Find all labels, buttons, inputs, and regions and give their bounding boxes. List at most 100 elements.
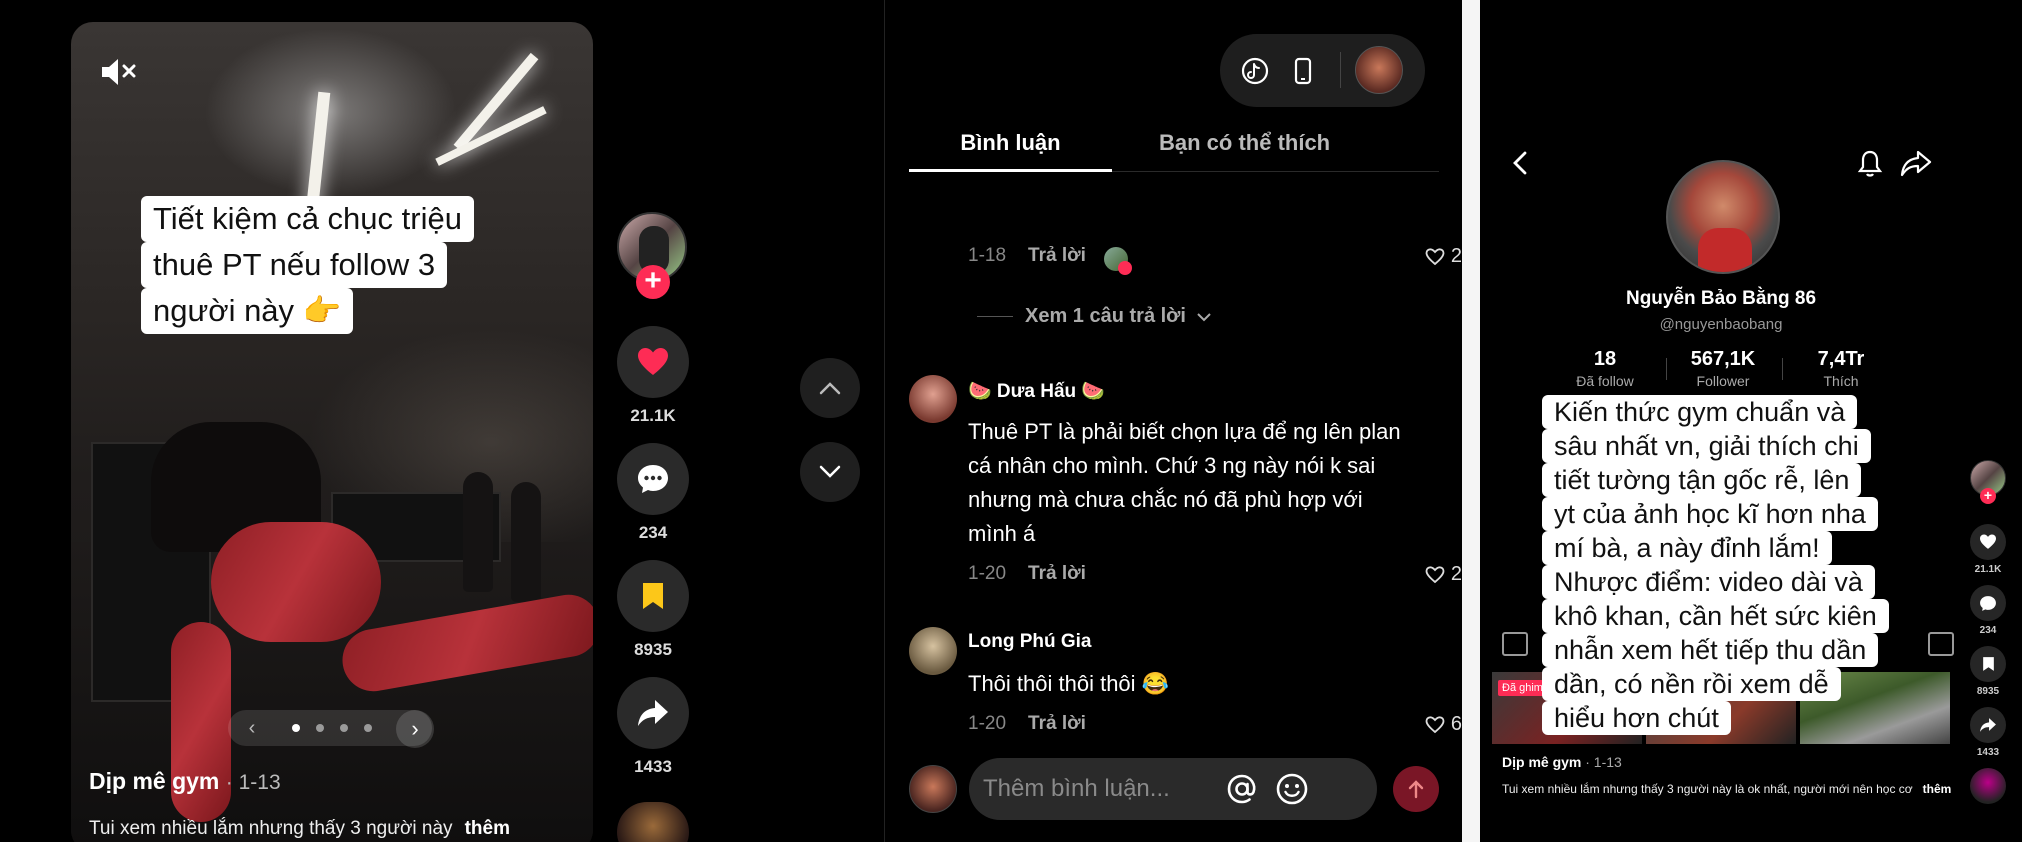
comment-like[interactable]: 2 <box>1425 563 1462 586</box>
comment-button[interactable] <box>1970 585 2006 621</box>
tiktok-logo-icon[interactable] <box>1240 56 1270 86</box>
comment-text-line: mình á <box>968 521 1036 546</box>
comment-text-line: Thuê PT là phải biết chọn lựa để ng lên … <box>968 419 1401 444</box>
like-count: 21.1K <box>630 406 676 425</box>
comment-meta: 1-20 Trả lời <box>968 563 1086 585</box>
comment-text-line: nhưng mà chưa chắc nó đã phù hợp với <box>968 487 1363 512</box>
video-caption-overlay: Tiết kiệm cả chục triệu thuê PT nếu foll… <box>141 196 525 334</box>
share-button[interactable] <box>1970 707 2006 743</box>
comment-author[interactable]: 🍉 Dưa Hấu 🍉 <box>968 379 1105 403</box>
arrow-up-icon <box>1408 780 1424 799</box>
see-more-link[interactable]: thêm <box>465 818 510 839</box>
profile-avatar[interactable] <box>1666 160 1780 274</box>
caption-line: Tiết kiệm cả chục triệu <box>141 196 474 242</box>
stat-following[interactable]: 18 Đã follow <box>1550 348 1660 389</box>
repost-icon[interactable] <box>1928 632 1954 656</box>
reply-button[interactable]: Trả lời <box>1028 245 1086 266</box>
video-description: Tui xem nhiều lắm nhưng thấy 3 người này… <box>89 818 510 840</box>
phone-icon[interactable] <box>1288 56 1318 86</box>
caption-line: yt của ảnh học kĩ hơn nha <box>1542 497 1878 531</box>
caption-line: Kiến thức gym chuẩn và <box>1542 395 1858 429</box>
view-replies-button[interactable]: Xem 1 câu trả lời <box>977 305 1212 328</box>
share-icon[interactable] <box>1900 148 1932 178</box>
stat-separator <box>1666 358 1667 380</box>
reply-button[interactable]: Trả lời <box>1028 713 1086 734</box>
share-action[interactable]: 1433 <box>1966 707 2010 758</box>
comment-action[interactable]: 234 <box>1966 585 2010 636</box>
emoji-icon[interactable] <box>1275 772 1309 806</box>
share-action[interactable]: 1433 <box>617 677 689 777</box>
bookmark-icon <box>1982 657 1994 671</box>
save-button[interactable] <box>617 560 689 632</box>
comment-button[interactable] <box>617 443 689 515</box>
toolbar-separator <box>1340 52 1341 88</box>
music-disc-avatar[interactable] <box>617 802 689 842</box>
video-author[interactable]: Dịp mê gym · 1-13 <box>89 768 281 795</box>
comment-action[interactable]: 234 <box>617 443 689 543</box>
carousel-dot[interactable] <box>292 724 300 732</box>
comment-item: 🍉 Dưa Hấu 🍉 Thuê PT là phải biết chọn lự… <box>885 375 1462 590</box>
comment-input[interactable]: Thêm bình luận... <box>969 758 1377 820</box>
muted-speaker-icon[interactable] <box>98 54 142 90</box>
bookmark-icon <box>643 583 663 609</box>
video-feed: Tiết kiệm cả chục triệu thuê PT nếu foll… <box>0 0 884 842</box>
carousel-dot[interactable] <box>364 724 372 732</box>
comment-avatar[interactable] <box>909 627 957 675</box>
comment-text: Thôi thôi thôi thôi 😂 <box>968 667 1169 701</box>
comment-avatar[interactable] <box>909 375 957 423</box>
creator-avatar[interactable]: + <box>617 212 689 299</box>
stat-separator <box>1782 358 1783 380</box>
back-chevron-icon[interactable] <box>1506 148 1536 178</box>
chevron-down-icon <box>1197 312 1211 321</box>
reply-button[interactable]: Trả lời <box>1028 563 1086 584</box>
mobile-author-name[interactable]: Dịp mê gym <box>1502 754 1581 770</box>
mobile-caption-overlay: Kiến thức gym chuẩn và sâu nhất vn, giải… <box>1542 395 1902 735</box>
carousel-prev-icon[interactable]: ‹ <box>240 716 264 740</box>
comment-text: Thuê PT là phải biết chọn lựa để ng lên … <box>968 415 1401 551</box>
tab-comments[interactable]: Bình luận <box>909 130 1112 172</box>
stat-likes[interactable]: 7,4Tr Thích <box>1786 348 1896 389</box>
like-action[interactable]: 21.1K <box>1966 524 2010 575</box>
follow-plus-button[interactable]: + <box>636 265 670 299</box>
tab-you-may-like[interactable]: Bạn có thể thích <box>1159 130 1330 156</box>
view-replies-label[interactable]: Xem 1 câu trả lời <box>1025 305 1186 328</box>
heart-outline-icon <box>1425 715 1445 733</box>
like-action[interactable]: 21.1K <box>617 326 689 426</box>
stat-followers[interactable]: 567,1K Follower <box>1668 348 1778 389</box>
carousel-dot[interactable] <box>340 724 348 732</box>
comment-item: Long Phú Gia Thôi thôi thôi thôi 😂 1-20 T… <box>885 627 1462 742</box>
next-video-button[interactable] <box>800 442 860 502</box>
previous-video-button[interactable] <box>800 358 860 418</box>
like-button[interactable] <box>1970 524 2006 560</box>
caption-line: tiết tường tận gốc rễ, lên <box>1542 463 1862 497</box>
comment-like[interactable]: 6 <box>1425 713 1462 736</box>
comment-date: 1-18 <box>968 245 1007 266</box>
music-disc-avatar[interactable] <box>1970 768 2006 804</box>
bell-icon[interactable] <box>1855 148 1885 178</box>
see-more-link[interactable]: thêm <box>1923 782 1952 796</box>
comment-author[interactable]: Long Phú Gia <box>968 631 1092 653</box>
mobile-video-author[interactable]: Dịp mê gym · 1-13 <box>1502 754 1622 770</box>
repost-icon[interactable] <box>1502 632 1528 656</box>
user-avatar[interactable] <box>1355 46 1403 94</box>
like-button[interactable] <box>617 326 689 398</box>
heart-badge-icon <box>1118 261 1132 275</box>
send-button[interactable] <box>1393 766 1439 812</box>
comment-text-line: cá nhân cho mình. Chứ 3 ng này nói k sai <box>968 453 1376 478</box>
save-action[interactable]: 8935 <box>617 560 689 660</box>
comment-like[interactable]: 2 <box>1425 245 1462 268</box>
chevron-up-icon <box>819 382 841 395</box>
video-author-name[interactable]: Dịp mê gym <box>89 768 219 794</box>
heart-icon <box>638 348 668 375</box>
mention-icon[interactable] <box>1225 772 1259 806</box>
carousel-dot[interactable] <box>316 724 324 732</box>
save-action[interactable]: 8935 <box>1966 646 2010 697</box>
like-count: 21.1K <box>1974 564 2002 575</box>
follow-plus-button[interactable]: + <box>1980 488 1996 504</box>
save-button[interactable] <box>1970 646 2006 682</box>
share-button[interactable] <box>617 677 689 749</box>
save-count: 8935 <box>1976 686 2000 697</box>
carousel-next-button[interactable]: › <box>396 710 434 748</box>
comment-count: 234 <box>638 523 668 542</box>
caption-line: mí bà, a này đỉnh lắm! <box>1542 531 1832 565</box>
